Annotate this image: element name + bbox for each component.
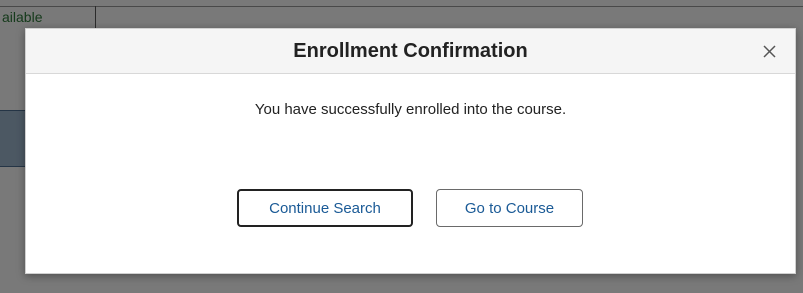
- enrollment-confirmation-dialog: Enrollment Confirmation You have success…: [25, 28, 796, 274]
- dialog-header: Enrollment Confirmation: [26, 29, 795, 74]
- confirmation-message: You have successfully enrolled into the …: [254, 101, 567, 118]
- close-icon: [762, 44, 776, 58]
- dialog-title: Enrollment Confirmation: [293, 40, 528, 62]
- continue-search-button[interactable]: Continue Search: [237, 189, 413, 227]
- close-button[interactable]: [757, 39, 781, 63]
- dialog-body: You have successfully enrolled into the …: [26, 74, 795, 273]
- go-to-course-button[interactable]: Go to Course: [436, 189, 583, 227]
